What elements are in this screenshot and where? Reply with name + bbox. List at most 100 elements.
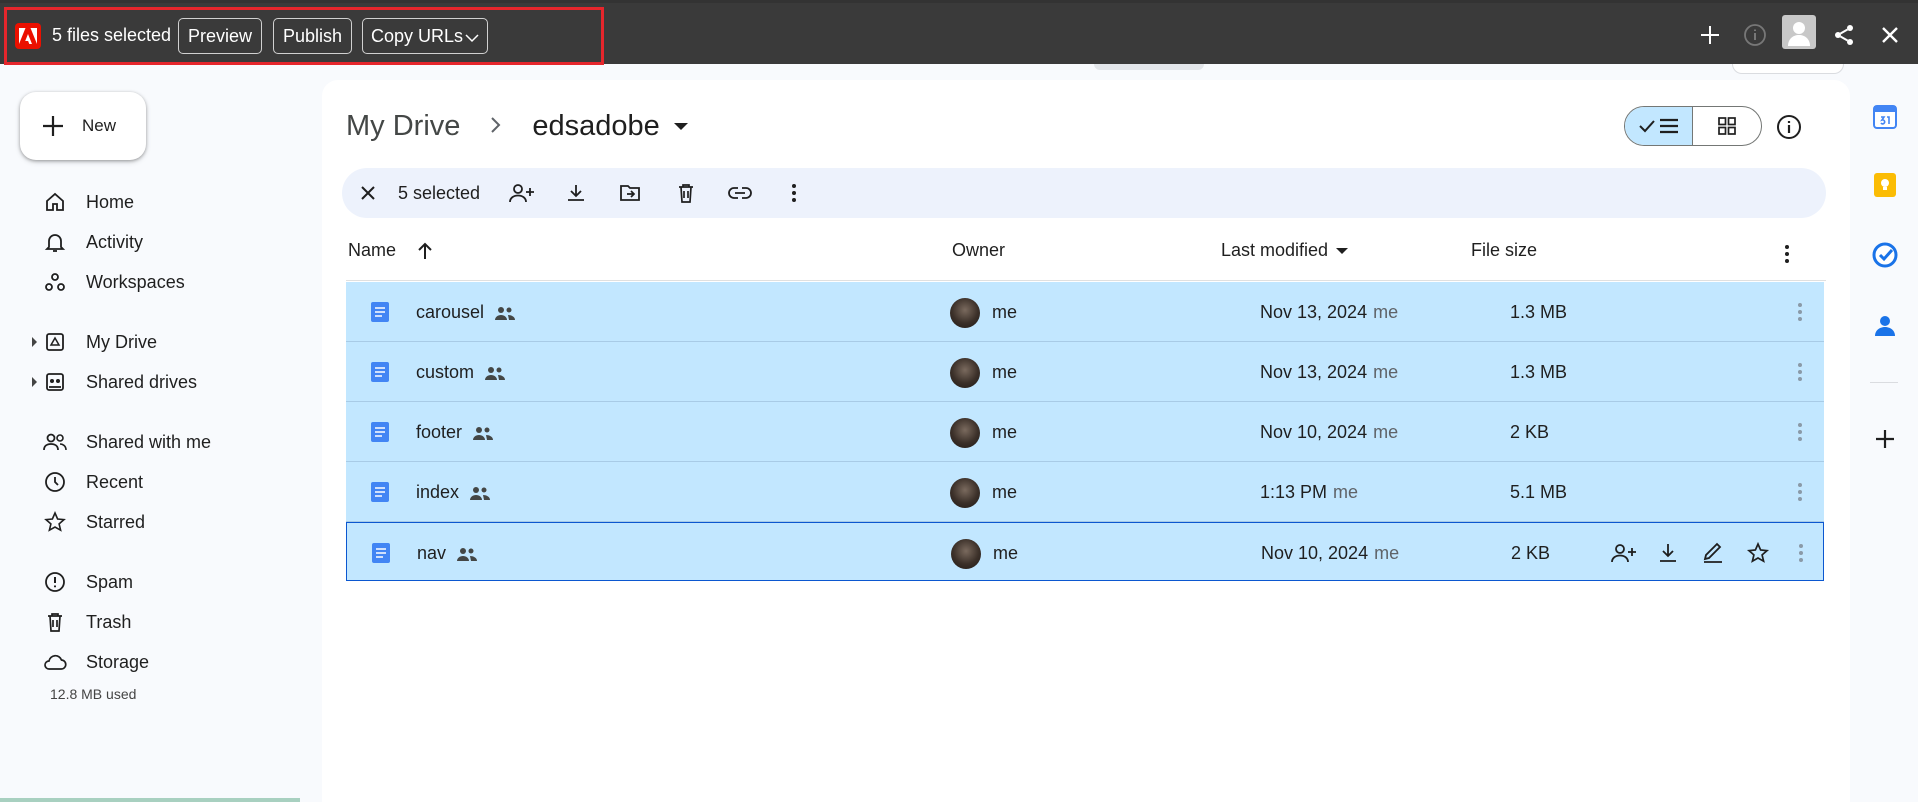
folder-name: edsadobe — [532, 110, 660, 142]
file-name[interactable]: footer — [416, 422, 462, 443]
get-addons-plus-icon[interactable] — [1872, 426, 1898, 452]
google-doc-icon — [371, 482, 389, 502]
last-modified: Nov 10, 2024 me — [1261, 543, 1399, 564]
cloud-icon — [42, 649, 68, 675]
plus-icon — [43, 116, 63, 136]
sidebar-item-workspaces[interactable]: Workspaces — [32, 264, 292, 300]
modified-by: me — [1373, 362, 1399, 382]
view-toggle — [1624, 106, 1762, 146]
support-button-edge — [1732, 64, 1844, 74]
sidebar-item-spam[interactable]: Spam — [32, 564, 292, 600]
bell-icon — [42, 229, 68, 255]
calendar-icon[interactable] — [1872, 104, 1898, 130]
sidebar-item-storage[interactable]: Storage — [32, 644, 292, 680]
expand-caret-icon[interactable] — [32, 377, 37, 387]
download-icon — [568, 185, 584, 201]
sidebar-item-shared-drives[interactable]: Shared drives — [32, 364, 292, 400]
side-panel-divider — [1870, 382, 1898, 383]
file-name[interactable]: custom — [416, 362, 474, 383]
copy-link-button[interactable] — [726, 179, 754, 207]
google-doc-icon — [371, 422, 389, 442]
tasks-icon[interactable] — [1872, 242, 1898, 268]
file-name[interactable]: nav — [417, 543, 446, 564]
owner-avatar — [950, 418, 980, 448]
avatar[interactable] — [1782, 15, 1816, 49]
more-vert-icon[interactable] — [1786, 418, 1814, 446]
delete-button[interactable] — [672, 179, 700, 207]
last-modified: Nov 13, 2024 me — [1260, 302, 1398, 323]
column-header-file-size[interactable]: File size — [1471, 240, 1537, 261]
workspaces-icon — [42, 269, 68, 295]
sidebar-item-shared-with-me[interactable]: Shared with me — [32, 424, 292, 460]
plus-icon[interactable] — [1694, 19, 1726, 51]
file-size: 5.1 MB — [1510, 482, 1568, 502]
column-header-last-modified[interactable]: Last modified — [1221, 240, 1349, 261]
table-row[interactable]: index me 1:13 PM me 5.1 MB — [346, 462, 1824, 522]
more-vert-icon[interactable] — [1786, 298, 1814, 326]
list-view-button[interactable] — [1625, 107, 1693, 145]
sidebar-item-my-drive[interactable]: My Drive — [32, 324, 292, 360]
breadcrumb-root[interactable]: My Drive — [346, 110, 460, 143]
file-name[interactable]: carousel — [416, 302, 484, 323]
table-row[interactable]: carousel me Nov 13, 2024 me 1.3 MB — [346, 282, 1824, 342]
more-vert-icon[interactable] — [1787, 539, 1815, 567]
share-button[interactable] — [508, 179, 536, 207]
breadcrumb-current-folder[interactable]: edsadobe — [532, 110, 659, 143]
download-button[interactable] — [562, 179, 590, 207]
share-person-icon[interactable] — [1609, 539, 1637, 567]
shared-people-icon — [473, 426, 494, 440]
side-panel — [1850, 64, 1918, 802]
highlight-box — [4, 7, 604, 65]
table-row[interactable]: custom me Nov 13, 2024 me 1.3 MB — [346, 342, 1824, 402]
trash-icon — [679, 184, 693, 203]
details-info-icon[interactable] — [1776, 114, 1802, 140]
shared-people-icon — [470, 486, 491, 500]
move-button[interactable] — [616, 179, 644, 207]
column-header-owner[interactable]: Owner — [952, 240, 1005, 261]
clear-selection-button[interactable] — [356, 181, 380, 205]
more-actions-button[interactable] — [780, 179, 808, 207]
sidebar-item-label: Shared drives — [86, 371, 198, 392]
sidebar-item-home[interactable]: Home — [32, 184, 292, 220]
home-icon — [42, 189, 68, 215]
modified-by: me — [1374, 543, 1400, 563]
sidebar-item-starred[interactable]: Starred — [32, 504, 292, 540]
grid-view-button[interactable] — [1693, 107, 1761, 145]
file-name[interactable]: index — [416, 482, 459, 503]
expand-caret-icon[interactable] — [32, 337, 37, 347]
grid-view-icon — [1718, 117, 1736, 135]
arrow-up-icon[interactable] — [416, 241, 434, 261]
sidebar-item-label: My Drive — [86, 331, 157, 352]
clock-icon — [42, 469, 68, 495]
rename-icon[interactable] — [1699, 539, 1727, 567]
shared-people-icon — [495, 306, 516, 320]
column-header-label: Owner — [952, 240, 1006, 260]
table-row[interactable]: nav me Nov 10, 2024 me 2 KB — [346, 522, 1824, 581]
close-icon[interactable] — [1874, 19, 1906, 51]
last-modified: Nov 10, 2024 me — [1260, 422, 1398, 443]
sidebar-item-activity[interactable]: Activity — [32, 224, 292, 260]
sidebar-item-trash[interactable]: Trash — [32, 604, 292, 640]
column-options-icon[interactable] — [1784, 244, 1790, 264]
download-icon[interactable] — [1654, 539, 1682, 567]
keep-icon[interactable] — [1872, 172, 1898, 198]
contacts-icon[interactable] — [1872, 312, 1898, 338]
sidebar-item-label: Starred — [86, 511, 146, 532]
new-button-label: New — [82, 116, 117, 135]
sidebar-item-recent[interactable]: Recent — [32, 464, 292, 500]
caret-down-icon[interactable] — [673, 123, 688, 130]
modified-date: Nov 10, 2024 — [1260, 422, 1368, 442]
info-icon[interactable] — [1739, 19, 1771, 51]
more-vert-icon[interactable] — [1786, 358, 1814, 386]
star-icon[interactable] — [1744, 539, 1772, 567]
owner-avatar — [950, 478, 980, 508]
extension-toolbar: 5 files selected Preview Publish Copy UR… — [0, 0, 1918, 65]
sidebar-item-label: Home — [86, 191, 135, 212]
more-vert-icon[interactable] — [1786, 478, 1814, 506]
breadcrumb: My Drive edsadobe — [346, 110, 688, 143]
table-row[interactable]: footer me Nov 10, 2024 me 2 KB — [346, 402, 1824, 462]
share-icon[interactable] — [1828, 19, 1860, 51]
new-button[interactable]: New — [20, 92, 146, 160]
spam-icon — [42, 569, 68, 595]
column-header-name[interactable]: Name — [348, 240, 434, 261]
